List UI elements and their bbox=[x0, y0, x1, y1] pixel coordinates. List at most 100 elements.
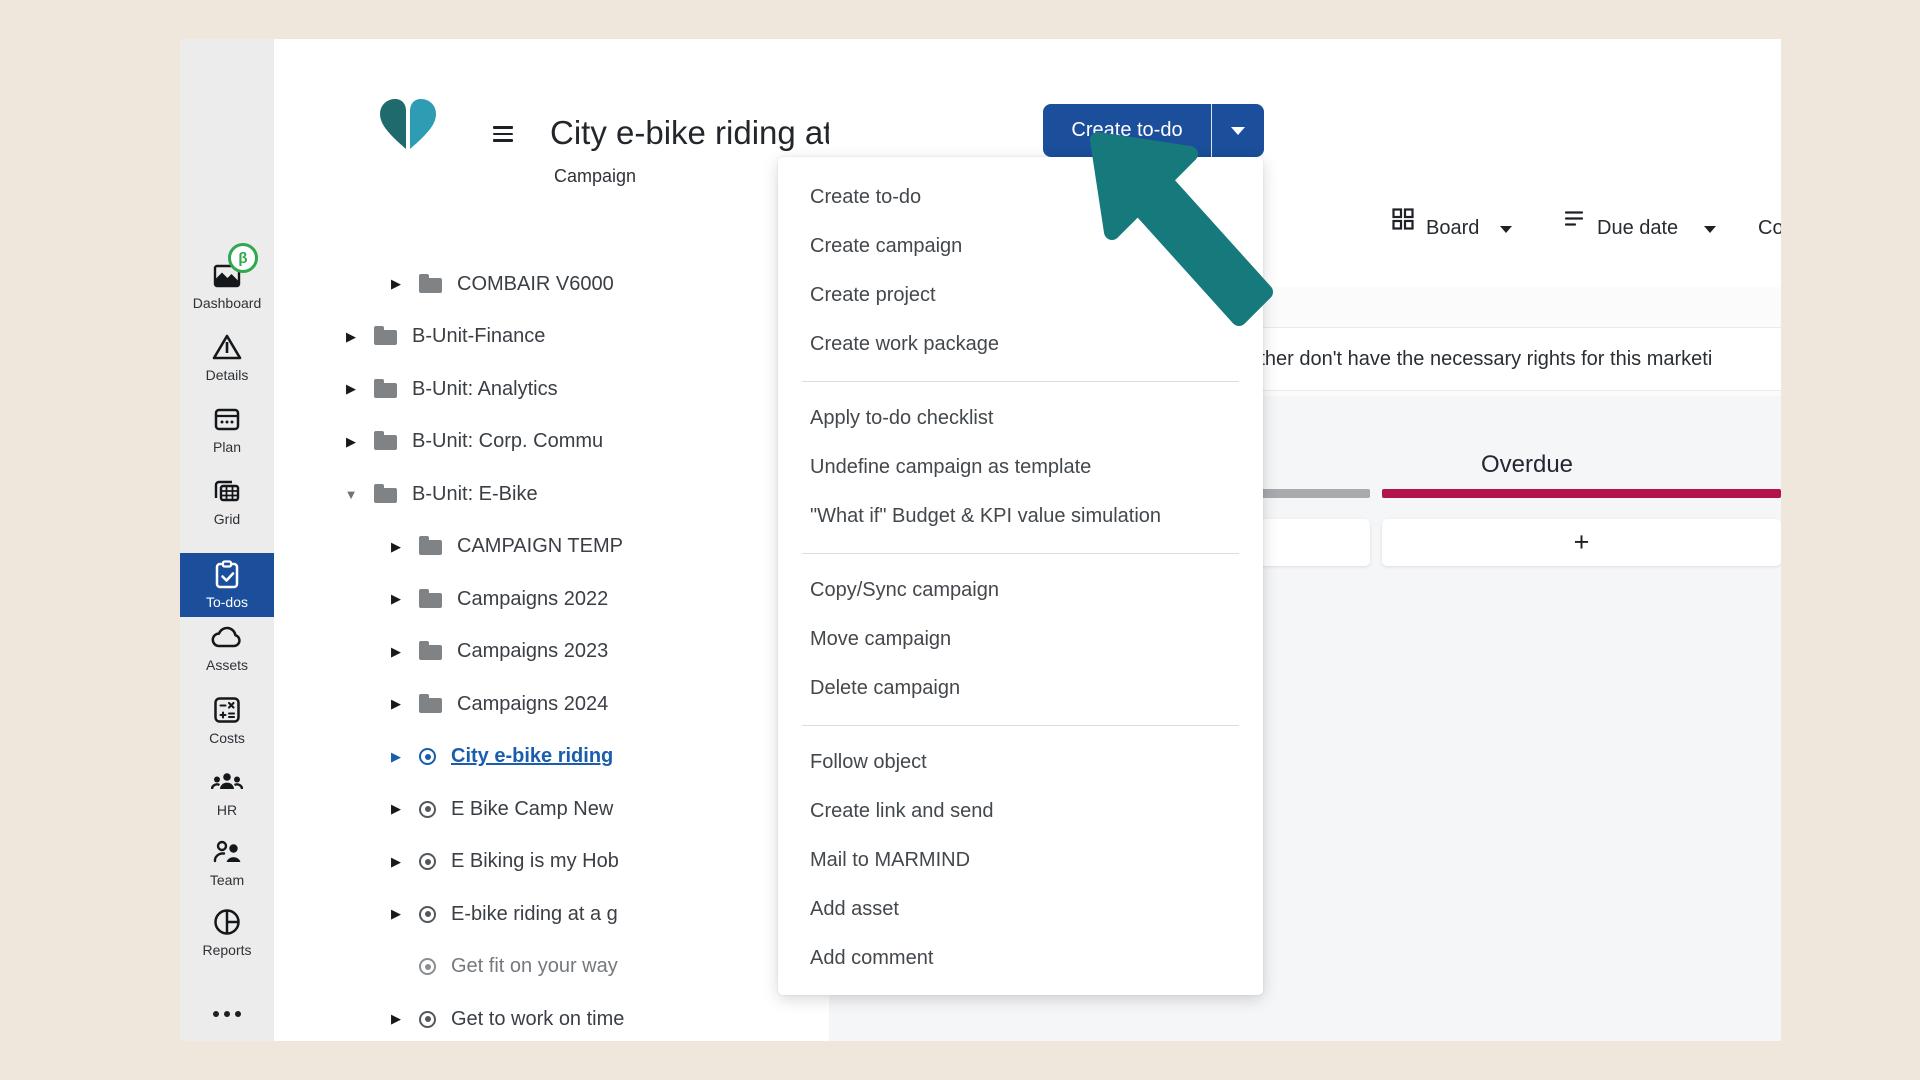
campaign-icon bbox=[419, 958, 436, 975]
sidebar-item-label: To-dos bbox=[206, 594, 248, 610]
team-icon bbox=[212, 837, 242, 867]
menu-item[interactable]: Delete campaign bbox=[778, 664, 1263, 713]
menu-item[interactable]: Create work package bbox=[778, 320, 1263, 369]
sidebar-item-label: HR bbox=[217, 802, 237, 818]
menu-divider bbox=[802, 725, 1239, 726]
menu-item[interactable]: Mail to MARMIND bbox=[778, 836, 1263, 885]
grid-icon bbox=[212, 476, 242, 506]
expand-arrow-icon[interactable] bbox=[342, 329, 360, 345]
sidebar-item-hr[interactable]: HR bbox=[180, 767, 274, 818]
sidebar-item-grid[interactable]: Grid bbox=[180, 476, 274, 527]
expand-arrow-icon[interactable] bbox=[342, 381, 360, 397]
sidebar-item-plan[interactable]: Plan bbox=[180, 404, 274, 455]
expand-arrow-icon[interactable] bbox=[387, 276, 405, 292]
column-color-bar bbox=[1382, 489, 1781, 498]
folder-icon bbox=[419, 278, 442, 293]
sidebar-item-label: Team bbox=[210, 872, 244, 888]
expand-arrow-icon[interactable] bbox=[387, 854, 405, 870]
board-view-icon[interactable] bbox=[1392, 208, 1414, 230]
sidebar-item-more[interactable] bbox=[180, 999, 274, 1029]
expand-arrow-icon[interactable] bbox=[387, 539, 405, 555]
expand-arrow-icon[interactable] bbox=[387, 906, 405, 922]
collapse-arrow-icon[interactable] bbox=[342, 487, 360, 502]
tree-item[interactable]: Get to work on time bbox=[274, 993, 1014, 1041]
sort-selector[interactable]: Due date bbox=[1597, 217, 1678, 240]
create-todo-button[interactable]: Create to-do bbox=[1043, 104, 1211, 157]
sidebar-item-label: Details bbox=[206, 367, 249, 383]
sidebar-item-label: Grid bbox=[214, 511, 240, 527]
menu-item[interactable]: "What if" Budget & KPI value simulation bbox=[778, 492, 1263, 541]
sidebar: β Dashboard Details Plan Grid T bbox=[180, 39, 274, 1041]
hamburger-menu-icon[interactable] bbox=[493, 126, 513, 142]
sidebar-item-todos[interactable]: To-dos bbox=[180, 553, 274, 617]
collapse-all-sections-button[interactable]: Collapse all sections bbox=[1758, 217, 1781, 240]
dashboard-icon: β bbox=[212, 260, 242, 290]
sidebar-item-reports[interactable]: Reports bbox=[180, 907, 274, 958]
menu-item[interactable]: Copy/Sync campaign bbox=[778, 566, 1263, 615]
folder-icon bbox=[374, 330, 397, 345]
menu-item[interactable]: Add comment bbox=[778, 934, 1263, 983]
expand-arrow-icon[interactable] bbox=[387, 1011, 405, 1027]
expand-arrow-icon[interactable] bbox=[387, 591, 405, 607]
menu-item[interactable]: Add asset bbox=[778, 885, 1263, 934]
menu-item[interactable]: Create project bbox=[778, 271, 1263, 320]
expand-arrow-icon[interactable] bbox=[387, 749, 405, 765]
folder-icon bbox=[419, 698, 442, 713]
app-window: β Dashboard Details Plan Grid T bbox=[180, 39, 1781, 1041]
menu-item[interactable]: Create link and send bbox=[778, 787, 1263, 836]
sidebar-item-dashboard[interactable]: β Dashboard bbox=[180, 260, 274, 311]
chevron-down-icon[interactable] bbox=[1500, 226, 1512, 233]
expand-arrow-icon[interactable] bbox=[387, 696, 405, 712]
hr-icon bbox=[211, 767, 243, 797]
marmind-logo bbox=[376, 97, 440, 153]
campaign-icon bbox=[419, 1011, 436, 1028]
folder-icon bbox=[374, 488, 397, 503]
menu-item[interactable]: Follow object bbox=[778, 738, 1263, 787]
chevron-down-icon[interactable] bbox=[1704, 226, 1716, 233]
plan-icon bbox=[212, 404, 242, 434]
sidebar-item-label: Dashboard bbox=[193, 295, 262, 311]
menu-divider bbox=[802, 381, 1239, 382]
folder-icon bbox=[419, 540, 442, 555]
sidebar-item-costs[interactable]: Costs bbox=[180, 695, 274, 746]
sidebar-item-assets[interactable]: Assets bbox=[180, 622, 274, 673]
todos-icon bbox=[213, 560, 241, 590]
plus-icon: + bbox=[1574, 527, 1590, 558]
sidebar-item-details[interactable]: Details bbox=[180, 332, 274, 383]
reports-icon bbox=[212, 907, 242, 937]
campaign-icon bbox=[419, 853, 436, 870]
sidebar-item-label: Reports bbox=[202, 942, 251, 958]
create-split-button: Create to-do bbox=[1043, 104, 1264, 157]
board-column-overdue: Overdue + bbox=[1382, 396, 1781, 1041]
menu-item[interactable]: Create campaign bbox=[778, 222, 1263, 271]
menu-item[interactable]: Undefine campaign as template bbox=[778, 443, 1263, 492]
campaign-icon bbox=[419, 748, 436, 765]
menu-item[interactable]: Create to-do bbox=[778, 173, 1263, 222]
folder-icon bbox=[374, 435, 397, 450]
column-title: Overdue bbox=[1382, 451, 1672, 479]
add-todo-button[interactable]: + bbox=[1382, 519, 1781, 566]
sidebar-item-label: Plan bbox=[213, 439, 241, 455]
beta-badge: β bbox=[228, 243, 258, 273]
sort-icon[interactable] bbox=[1563, 210, 1585, 228]
folder-icon bbox=[419, 645, 442, 660]
campaign-icon bbox=[419, 906, 436, 923]
sidebar-item-label: Assets bbox=[206, 657, 248, 673]
screenshot-stage: β Dashboard Details Plan Grid T bbox=[0, 0, 1920, 1080]
menu-divider bbox=[802, 553, 1239, 554]
page-subtitle: Campaign bbox=[554, 166, 636, 187]
menu-item[interactable]: Apply to-do checklist bbox=[778, 394, 1263, 443]
expand-arrow-icon[interactable] bbox=[342, 434, 360, 450]
expand-arrow-icon[interactable] bbox=[387, 644, 405, 660]
chevron-down-icon bbox=[1231, 127, 1245, 135]
folder-icon bbox=[374, 383, 397, 398]
sidebar-item-label: Costs bbox=[209, 730, 245, 746]
board-view-selector[interactable]: Board bbox=[1426, 217, 1479, 240]
create-menu-toggle[interactable] bbox=[1211, 104, 1264, 157]
expand-arrow-icon[interactable] bbox=[387, 801, 405, 817]
folder-icon bbox=[419, 593, 442, 608]
details-icon bbox=[212, 332, 242, 362]
menu-item[interactable]: Move campaign bbox=[778, 615, 1263, 664]
campaign-icon bbox=[419, 801, 436, 818]
sidebar-item-team[interactable]: Team bbox=[180, 837, 274, 888]
